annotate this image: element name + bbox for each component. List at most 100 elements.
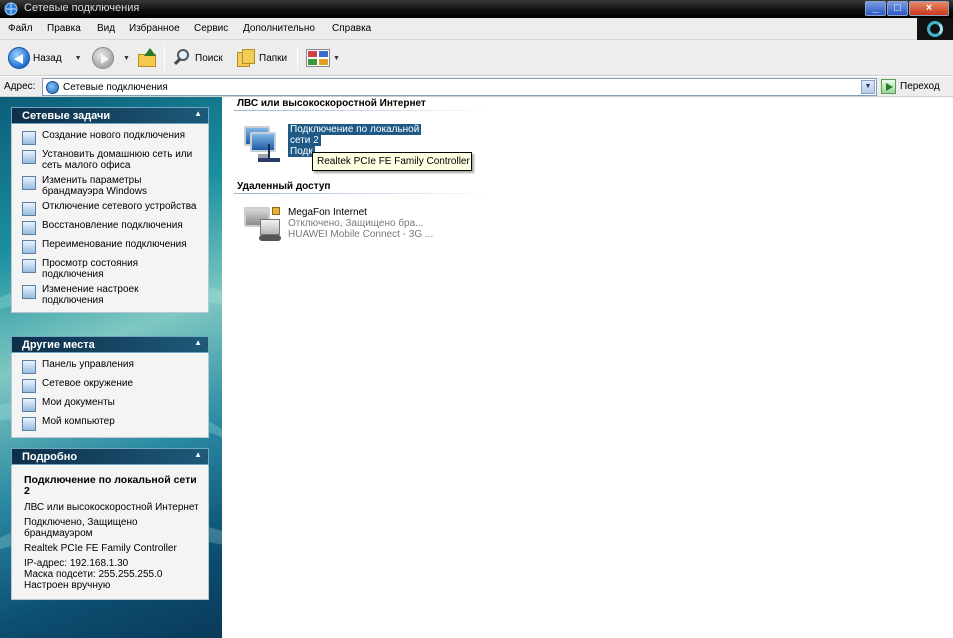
collapse-chevron-icon[interactable]: ▲ <box>194 109 202 118</box>
task-repair-connection[interactable]: Восстановление подключения <box>22 220 202 235</box>
menu-tools[interactable]: Сервис <box>194 23 228 34</box>
other-places-header[interactable]: Другие места ▲ <box>11 336 209 353</box>
place-network-places[interactable]: Сетевое окружение <box>22 378 202 393</box>
details-connection-name: Подключение по локальной сети 2 <box>24 474 197 497</box>
menu-advanced[interactable]: Дополнительно <box>243 23 315 34</box>
address-bar: Адрес: Сетевые подключения ▼ Переход <box>0 77 953 97</box>
device-tooltip: Realtek PCIe FE Family Controller <box>312 152 472 171</box>
connections-list: ЛВС или высокоскоростной Интернет Подклю… <box>222 97 953 638</box>
network-tasks-title: Сетевые задачи <box>22 110 111 122</box>
window-title: Сетевые подключения <box>24 2 140 14</box>
details-config: Настроен вручную <box>24 580 111 591</box>
dialup-connection-icon <box>238 207 284 247</box>
back-button[interactable]: Назад ▼ <box>8 47 82 69</box>
menu-edit[interactable]: Правка <box>47 23 81 34</box>
lan-connection-name: Подключение по локальной <box>288 124 422 135</box>
go-button[interactable]: Переход <box>881 79 940 94</box>
go-arrow-icon <box>881 79 896 94</box>
address-label: Адрес: <box>4 81 36 92</box>
up-folder-icon <box>136 48 158 68</box>
collapse-chevron-icon[interactable]: ▲ <box>194 450 202 459</box>
forward-dropdown-icon[interactable]: ▼ <box>123 55 130 62</box>
details-device: Realtek PCIe FE Family Controller <box>24 543 177 554</box>
maximize-button[interactable]: □ <box>887 1 908 16</box>
home-network-icon <box>22 150 36 164</box>
task-view-status[interactable]: Просмотр состояния подключения <box>22 258 202 280</box>
other-places-title: Другие места <box>22 339 95 351</box>
minimize-button[interactable]: _ <box>865 1 886 16</box>
my-computer-icon <box>22 417 36 431</box>
address-dropdown-icon[interactable]: ▼ <box>861 80 875 94</box>
task-change-settings[interactable]: Изменение настроек подключения <box>22 284 202 306</box>
forward-arrow-icon <box>92 47 114 69</box>
views-button[interactable]: ▼ <box>306 47 340 69</box>
network-globe-icon <box>46 81 59 94</box>
repair-icon <box>22 221 36 235</box>
place-my-documents[interactable]: Мои документы <box>22 397 202 412</box>
place-control-panel[interactable]: Панель управления <box>22 359 202 374</box>
rename-icon <box>22 240 36 254</box>
details-ip: IP-адрес: 192.168.1.30 <box>24 558 129 569</box>
details-panel: Подробно ▲ Подключение по локальной сети… <box>11 448 209 600</box>
task-disable-device[interactable]: Отключение сетевого устройства <box>22 201 202 216</box>
back-dropdown-icon[interactable]: ▼ <box>75 55 82 62</box>
my-documents-icon <box>22 398 36 412</box>
search-label: Поиск <box>195 52 223 64</box>
firewall-icon <box>22 176 36 190</box>
megafon-connection-name: MegaFon Internet <box>288 207 367 218</box>
views-dropdown-icon[interactable]: ▼ <box>333 55 340 62</box>
back-arrow-icon <box>8 47 30 69</box>
folders-icon <box>236 48 256 68</box>
up-folder-button[interactable] <box>136 47 158 69</box>
details-mask: Маска подсети: 255.255.255.0 <box>24 569 163 580</box>
windows-brand-logo <box>917 18 953 40</box>
title-bar: Сетевые подключения _ □ × <box>0 0 953 18</box>
task-home-network[interactable]: Установить домашнюю сеть или сеть малого… <box>22 149 202 171</box>
collapse-chevron-icon[interactable]: ▲ <box>194 338 202 347</box>
other-places-list: Панель управления Сетевое окружение Мои … <box>11 353 209 438</box>
other-places-panel: Другие места ▲ Панель управления Сетевое… <box>11 336 209 438</box>
lan-connection-status: Подк <box>288 146 315 157</box>
close-button[interactable]: × <box>909 1 949 16</box>
place-my-computer[interactable]: Мой компьютер <box>22 416 202 431</box>
toolbar-separator <box>297 46 298 70</box>
details-type: ЛВС или высокоскоростной Интернет <box>24 502 199 513</box>
details-body: Подключение по локальной сети 2 ЛВС или … <box>11 465 209 600</box>
menu-favorites[interactable]: Избранное <box>129 23 180 34</box>
go-label: Переход <box>900 81 940 92</box>
toolbar: Назад ▼ ▼ Поиск Папки ▼ <box>0 40 953 76</box>
status-icon <box>22 259 36 273</box>
menu-help[interactable]: Справка <box>332 23 371 34</box>
settings-icon <box>22 285 36 299</box>
address-field[interactable]: Сетевые подключения ▼ <box>42 78 877 96</box>
network-tasks-panel: Сетевые задачи ▲ Создание нового подключ… <box>11 107 209 313</box>
folders-button[interactable]: Папки <box>236 47 287 69</box>
task-firewall-settings[interactable]: Изменить параметры брандмауэра Windows <box>22 175 202 197</box>
network-connections-app-icon[interactable] <box>4 2 18 16</box>
megafon-connection-item[interactable]: MegaFon Internet Отключено, Защищено бра… <box>238 207 498 247</box>
task-pane: Сетевые задачи ▲ Создание нового подключ… <box>0 97 222 638</box>
task-rename-connection[interactable]: Переименование подключения <box>22 239 202 254</box>
task-create-connection[interactable]: Создание нового подключения <box>22 130 202 145</box>
views-icon <box>306 49 330 67</box>
search-icon <box>172 48 192 68</box>
network-tasks-header[interactable]: Сетевые задачи ▲ <box>11 107 209 124</box>
menu-view[interactable]: Вид <box>97 23 115 34</box>
forward-button[interactable]: ▼ <box>92 47 130 69</box>
folders-label: Папки <box>259 52 288 64</box>
disconnect-icon <box>22 202 36 216</box>
back-label: Назад <box>33 52 62 64</box>
lan-section-rule <box>234 110 494 111</box>
megafon-connection-device: HUAWEI Mobile Connect - 3G ... <box>288 229 434 240</box>
search-button[interactable]: Поиск <box>172 47 223 69</box>
remote-section-rule <box>234 193 494 194</box>
details-header[interactable]: Подробно ▲ <box>11 448 209 465</box>
megafon-connection-status: Отключено, Защищено бра... <box>288 218 424 229</box>
lan-section-title: ЛВС или высокоскоростной Интернет <box>237 98 426 109</box>
address-value: Сетевые подключения <box>63 82 168 93</box>
menu-file[interactable]: Файл <box>8 23 33 34</box>
remote-section-title: Удаленный доступ <box>237 181 331 192</box>
details-title: Подробно <box>22 451 78 463</box>
lan-connection-name-cont: сети 2 <box>288 135 321 146</box>
menu-bar: Файл Правка Вид Избранное Сервис Дополни… <box>0 18 953 40</box>
